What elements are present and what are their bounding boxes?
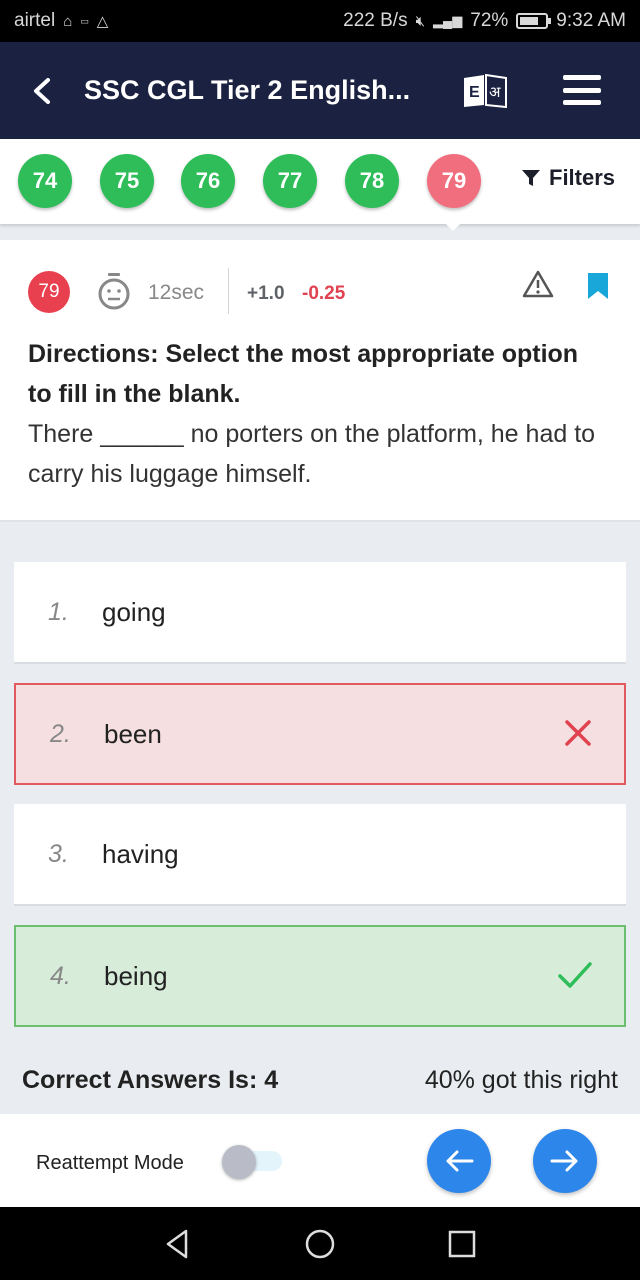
network-speed: 222 B/s [343, 10, 408, 31]
app-bar: SSC CGL Tier 2 English... E अ [0, 42, 640, 139]
back-arrow-icon [34, 77, 50, 104]
status-bar: airtel ⌂ ▭ △ 222 B/s 🔇︎ ▂▄▆ 72% 9:32 AM [0, 0, 640, 42]
filters-label: Filters [549, 165, 616, 190]
reattempt-mode-toggle[interactable] [222, 1145, 282, 1179]
option-text: been [104, 718, 162, 749]
filters-button[interactable]: Filters [521, 165, 615, 191]
wrong-cross-icon [565, 720, 591, 746]
report-warning-icon[interactable] [522, 270, 554, 298]
menu-line [563, 87, 601, 93]
success-rate-text: 40% got this right [424, 1066, 618, 1094]
toggle-knob [222, 1145, 256, 1179]
negative-marks: -0.25 [302, 283, 346, 304]
recents-square-icon[interactable] [445, 1227, 479, 1261]
home-icon: ⌂ [63, 12, 73, 30]
divider [228, 268, 229, 314]
previous-question-button[interactable] [427, 1129, 491, 1193]
menu-line [563, 75, 601, 80]
option-text: being [104, 960, 168, 991]
amazon-icon: ▭ [80, 15, 89, 26]
svg-text:E: E [469, 84, 480, 101]
time-taken: 12sec [148, 281, 205, 304]
next-question-button[interactable] [533, 1129, 597, 1193]
mute-icon: 🔇︎ [415, 12, 426, 30]
filter-funnel-icon [522, 170, 540, 186]
question-number-chip[interactable]: 74 [18, 154, 72, 208]
correct-check-icon [558, 962, 592, 988]
clock: 9:32 AM [556, 10, 626, 31]
svg-text:अ: अ [489, 83, 501, 101]
question-directions: Directions: Select the most appropriate … [28, 340, 579, 408]
positive-marks: +1.0 [247, 283, 285, 304]
question-number-chip[interactable]: 75 [100, 154, 154, 208]
question-number-badge: 79 [28, 271, 70, 313]
carrier-name: airtel [14, 10, 56, 31]
answer-summary: Correct Answers Is: 4 40% got this right [22, 1066, 618, 1095]
option-2[interactable]: 2. been [14, 683, 626, 785]
current-question-pointer [443, 221, 463, 231]
menu-line [563, 100, 601, 105]
battery-percent: 72% [470, 10, 509, 31]
question-number-chip[interactable]: 77 [263, 154, 317, 208]
menu-button[interactable] [563, 75, 601, 105]
home-circle-icon[interactable] [303, 1227, 337, 1261]
arrow-left-icon [446, 1150, 474, 1172]
back-triangle-icon[interactable] [160, 1227, 194, 1261]
page-title: SSC CGL Tier 2 English... [84, 75, 411, 105]
option-number: 2. [50, 719, 71, 748]
correct-answer-text: Correct Answers Is: 4 [22, 1066, 279, 1094]
option-text: having [102, 838, 179, 869]
option-3[interactable]: 3. having [14, 804, 626, 906]
language-toggle-button[interactable]: E अ [462, 73, 508, 109]
option-number: 4. [50, 961, 71, 990]
signal-icon: ▂▄▆ [433, 13, 463, 28]
language-book-icon: E अ [464, 73, 507, 109]
notification-icon: △ [96, 13, 109, 30]
question-number-chip[interactable]: 78 [345, 154, 399, 208]
option-1[interactable]: 1. going [14, 562, 626, 664]
bookmark-icon[interactable] [587, 272, 609, 300]
option-4[interactable]: 4. being [14, 925, 626, 1027]
question-number-chip[interactable]: 76 [181, 154, 235, 208]
stopwatch-icon [98, 273, 130, 310]
question-navigator: 74 75 76 77 78 79 Filters [0, 139, 640, 224]
arrow-right-icon [550, 1150, 578, 1172]
option-text: going [102, 596, 166, 627]
battery-icon [516, 13, 552, 29]
reattempt-mode-label: Reattempt Mode [36, 1152, 184, 1174]
system-navigation-bar [0, 1207, 640, 1280]
question-text: There ______ no porters on the platform,… [28, 420, 596, 488]
option-number: 1. [48, 597, 69, 626]
question-number-chip-current[interactable]: 79 [427, 154, 481, 208]
bottom-bar: Reattempt Mode [0, 1114, 640, 1207]
back-button[interactable] [0, 42, 84, 139]
option-number: 3. [48, 839, 69, 868]
